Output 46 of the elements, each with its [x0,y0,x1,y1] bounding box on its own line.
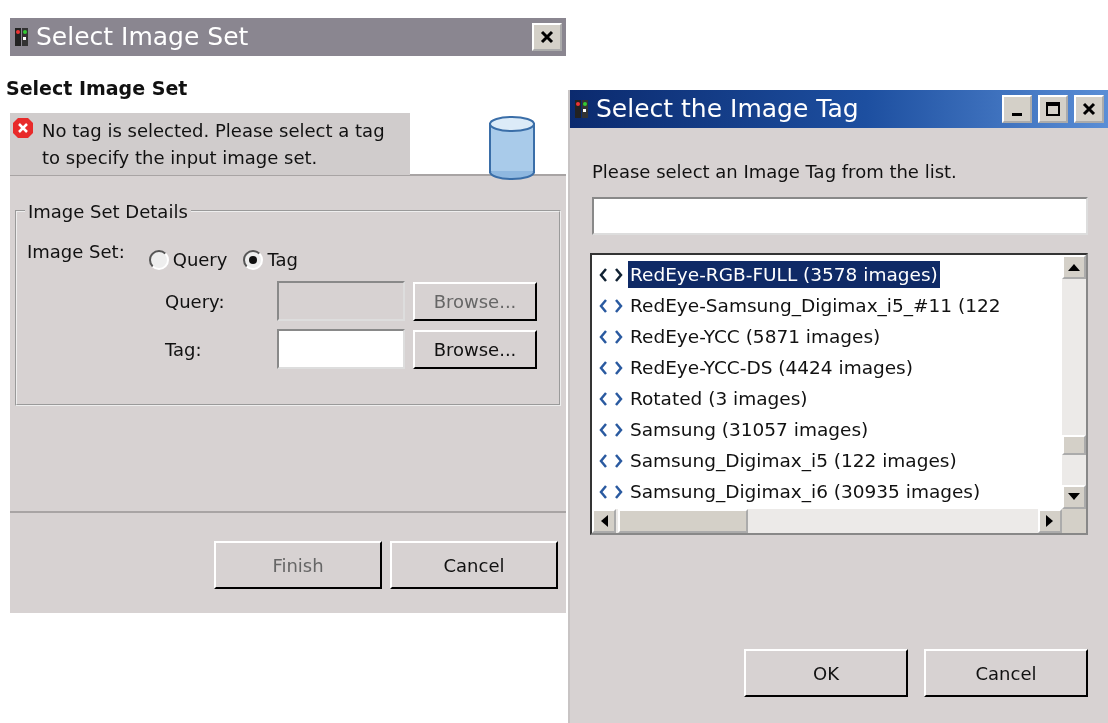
minimize-button[interactable] [1002,95,1032,123]
text-field[interactable] [277,329,405,369]
browse-button[interactable]: Browse... [413,329,537,369]
vertical-scrollbar[interactable] [1062,255,1086,509]
window-title: Select the Image Tag [596,93,860,126]
filter-field[interactable] [592,197,1088,235]
app-icon [574,97,590,121]
dialog-button[interactable]: Cancel [924,649,1088,697]
radio-label: Query [172,248,228,272]
radio-label: Tag [267,248,298,272]
error-icon [12,116,34,139]
list-item[interactable]: Rotated (3 images) [598,383,1062,414]
scrollbar-corner [1062,509,1086,533]
list-item[interactable]: Samsung_Digimax_i5 (122 images) [598,445,1062,476]
scroll-left-icon [600,515,608,527]
list-item[interactable]: RedEye-YCC-DS (4424 images) [598,352,1062,383]
field-label: Tag: [165,337,203,362]
list-item[interactable]: RedEye-YCC (5871 images) [598,321,1062,352]
database-icon [488,116,536,180]
list-item[interactable]: Samsung_Digimax_i6 (30935 images) [598,476,1062,507]
scroll-up-icon [1068,263,1080,271]
instruction-text: Please select an Image Tag from the list. [592,160,958,184]
app-icon [14,25,30,49]
list-item[interactable]: Samsung (31057 images) [598,414,1062,445]
close-icon [1081,101,1097,117]
list-item[interactable]: RedEye-Samsung_Digimax_i5_#11 (122 [598,290,1062,321]
horizontal-scrollbar[interactable] [592,509,1062,533]
field-label: Query: [165,289,226,314]
radio-button[interactable] [243,249,264,270]
maximize-icon [1045,101,1061,117]
close-icon [539,29,555,45]
window-title: Select Image Set [36,21,250,54]
close-button[interactable] [532,23,562,51]
field-label: Image Set: [27,240,125,264]
dialog-button[interactable]: OK [744,649,908,697]
scrollbar-thumb[interactable] [618,509,748,533]
minimize-icon [1012,113,1022,116]
scrollbar-thumb[interactable] [1062,435,1086,455]
dialog-heading: Select Image Set [6,76,189,101]
error-message: No tag is selected. Please select a tag to specify the input image set. [42,118,386,170]
dialog-button[interactable]: Cancel [390,541,558,589]
radio-button[interactable] [148,249,169,270]
maximize-button[interactable] [1038,95,1068,123]
scroll-right-icon [1046,515,1054,527]
close-button[interactable] [1074,95,1104,123]
scroll-down-icon [1068,493,1080,501]
